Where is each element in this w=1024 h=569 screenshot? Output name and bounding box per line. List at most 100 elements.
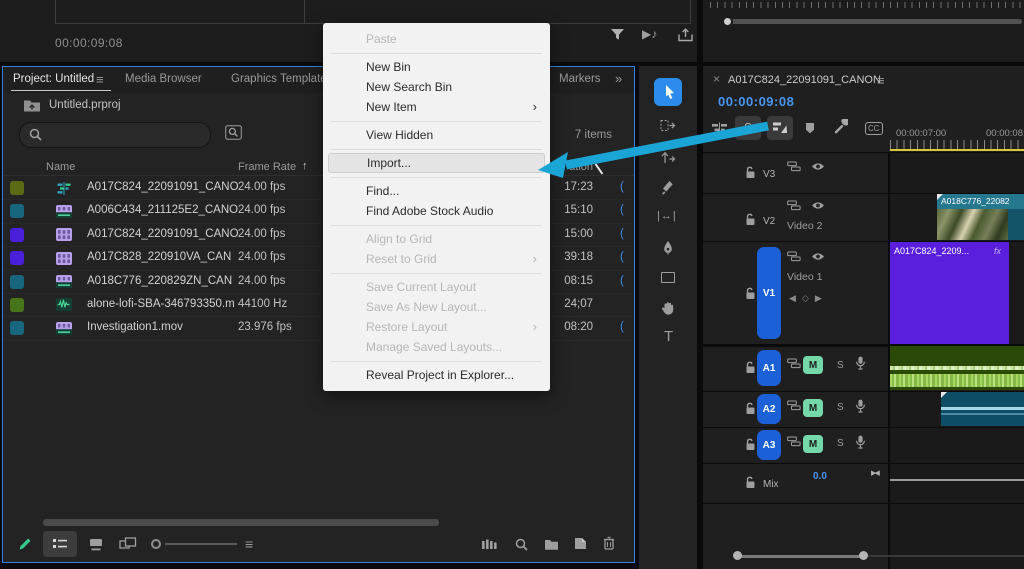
voiceover-mic-icon[interactable] [855,435,866,449]
monitor-scrollbar-handle[interactable] [722,16,733,27]
lock-icon[interactable] [745,166,756,179]
lock-icon[interactable] [745,287,756,300]
zoom-slider[interactable] [165,543,237,545]
timeline-settings-wrench-icon[interactable] [833,119,848,134]
source-patch-v1-button[interactable]: V1 [757,247,781,339]
search-bin-icon[interactable] [225,125,242,140]
breadcrumb[interactable]: Untitled.prproj [49,99,121,111]
tab-graphics-templates[interactable]: Graphics Templates [231,73,332,85]
label-swatch[interactable] [10,204,24,219]
label-swatch[interactable] [10,321,24,336]
solo-button[interactable]: S [837,402,844,413]
trash-icon[interactable] [603,536,615,550]
clip-v2[interactable]: A018C776_22082 [937,194,1024,240]
toggle-track-output-eye-icon[interactable] [811,162,825,171]
menu-item-new-search-bin[interactable]: New Search Bin [323,77,550,97]
zoom-handle-left[interactable] [733,551,742,560]
automate-to-sequence-icon[interactable] [481,539,498,550]
timeline-zoom-thumb[interactable] [735,554,863,558]
label-swatch[interactable] [10,274,24,289]
pen-tool[interactable] [662,240,674,256]
menu-item-reveal-project-in-explorer[interactable]: Reveal Project in Explorer... [323,365,550,385]
clip-a2-audio[interactable] [941,392,1024,426]
find-icon[interactable] [515,538,528,551]
freeform-view-button[interactable] [119,537,137,551]
keyframe-nav-icons[interactable]: ◀◇▶ [789,293,828,304]
selection-tool[interactable] [654,78,682,106]
track-id[interactable]: V3 [763,169,775,180]
column-name[interactable]: Name [46,161,75,173]
source-patch-icon[interactable] [787,358,801,369]
linked-selection-button[interactable] [767,116,793,140]
source-patch-a2-button[interactable]: A2 [757,394,781,424]
timeline-ruler[interactable] [890,140,1024,149]
timeline-timecode[interactable]: 00:00:09:08 [718,94,794,109]
tab-media-browser[interactable]: Media Browser [125,73,202,85]
mix-level-value[interactable]: 0.0 [813,471,827,482]
label-swatch[interactable] [10,297,24,312]
track-id[interactable]: V2 [763,216,775,227]
label-swatch[interactable] [10,227,24,242]
mute-button[interactable]: M [803,356,823,374]
nest-sequence-icon[interactable] [711,122,728,134]
mix-automation-line[interactable] [890,479,1024,481]
mute-button[interactable]: M [803,399,823,417]
razor-tool[interactable] [661,180,675,195]
menu-item-new-item[interactable]: New Item › [323,97,550,117]
source-patch-icon[interactable] [787,161,801,172]
timeline-panel-menu-icon[interactable]: ≡ [877,73,885,88]
hand-tool[interactable] [661,300,676,316]
menu-item-new-bin[interactable]: New Bin [323,57,550,77]
tab-overflow-icon[interactable]: » [615,71,622,86]
clip-a1-audio[interactable] [890,346,1024,390]
label-swatch[interactable] [10,251,24,266]
source-patch-icon[interactable] [787,200,801,211]
snap-button[interactable]: ∩ [735,116,761,140]
voiceover-mic-icon[interactable] [855,399,866,413]
tab-markers[interactable]: Markers [559,73,601,85]
new-bin-icon[interactable] [544,538,559,550]
new-item-icon[interactable] [574,537,587,550]
solo-button[interactable]: S [837,360,844,371]
source-patch-a3-button[interactable]: A3 [757,430,781,460]
lock-icon[interactable] [745,438,756,451]
source-patch-icon[interactable] [787,251,801,262]
tab-project[interactable]: Project: Untitled [13,73,94,85]
search-input[interactable] [19,122,211,148]
sort-arrow-icon[interactable]: ↑ [302,160,308,172]
source-patch-a1-button[interactable]: A1 [757,350,781,386]
play-audio-icon[interactable]: ▶♪ [642,27,657,41]
label-swatch[interactable] [10,181,24,195]
captions-cc-icon[interactable]: CC [865,122,883,135]
slip-tool[interactable]: |↔| [657,210,677,222]
type-tool[interactable]: T [664,328,673,345]
menu-item-view-hidden[interactable]: View Hidden [323,125,550,145]
toggle-track-output-eye-icon[interactable] [811,201,825,210]
mute-button[interactable]: M [803,435,823,453]
source-patch-icon[interactable] [787,436,801,447]
lock-icon[interactable] [745,476,756,489]
monitor-scrollbar[interactable] [727,19,1022,24]
fx-badge[interactable]: fx [994,246,1001,256]
menu-item-import[interactable]: Import... [328,153,545,173]
folder-up-icon[interactable] [23,98,41,112]
ripple-edit-tool[interactable] [660,150,676,165]
filter-icon[interactable] [610,28,625,41]
timeline-tab-title[interactable]: A017C824_22091091_CANON [728,74,881,86]
marker-icon[interactable] [805,122,815,134]
panel-menu-icon[interactable]: ≡ [96,72,104,87]
export-icon[interactable] [678,28,693,42]
column-frame-rate[interactable]: Frame Rate [238,161,296,173]
menu-item-find-adobe-stock-audio[interactable]: Find Adobe Stock Audio [323,201,550,221]
zoom-handle-right[interactable] [859,551,868,560]
track-select-forward-tool[interactable] [660,118,677,133]
clip-v1[interactable]: A017C824_2209... fx [890,242,1009,344]
close-tab-icon[interactable]: × [713,72,720,86]
track-id[interactable]: Mix [763,479,779,490]
pan-bowtie-icon[interactable]: ▶◀ [871,469,880,477]
solo-button[interactable]: S [837,438,844,449]
zoom-out-handle[interactable] [151,539,161,549]
list-view-button[interactable] [43,531,77,557]
toggle-track-output-eye-icon[interactable] [811,252,825,261]
horizontal-scrollbar[interactable] [43,519,439,526]
